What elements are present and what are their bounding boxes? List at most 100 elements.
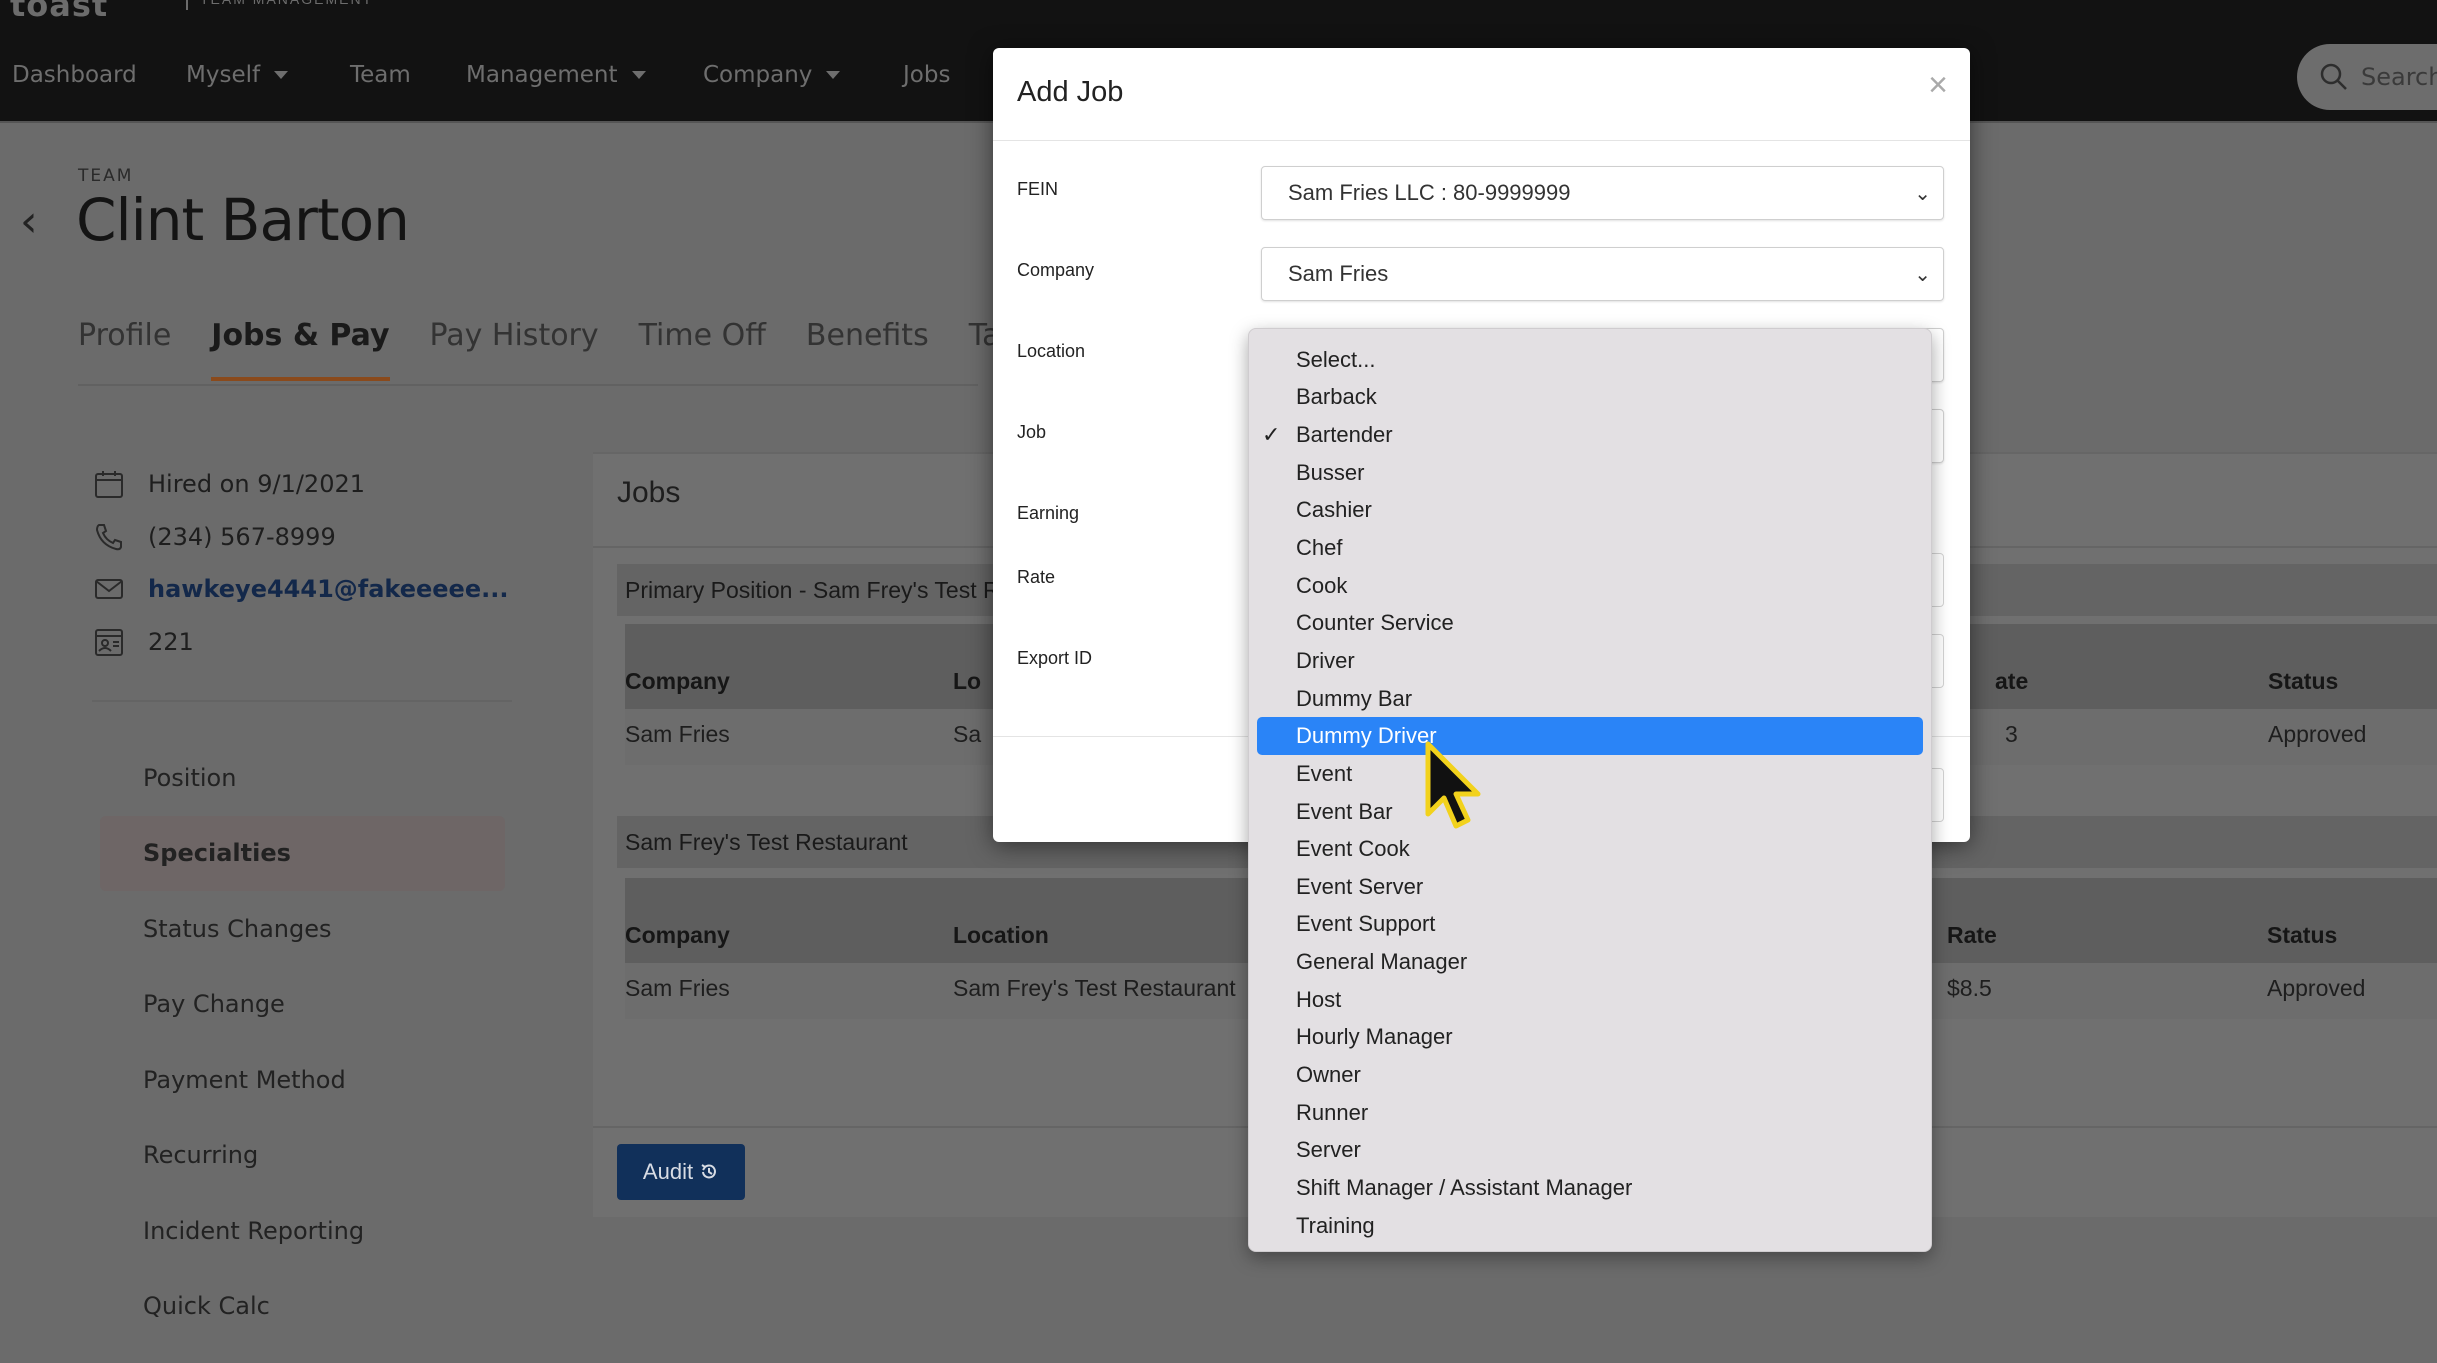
dropdown-option[interactable]: Event <box>1257 755 1923 793</box>
audit-button[interactable]: Audit <box>617 1144 745 1200</box>
nav-label: Myself <box>186 62 261 88</box>
side-nav-quick-calc[interactable]: Quick Calc <box>100 1269 505 1345</box>
column-header: Lo <box>953 668 982 694</box>
option-label: Host <box>1296 986 1342 1012</box>
employee-id: 221 <box>148 628 194 656</box>
breadcrumb-team[interactable]: TEAM <box>78 166 133 186</box>
dropdown-option[interactable]: Dummy Driver <box>1257 717 1923 756</box>
job-dropdown-list[interactable]: Select... Barback ✓ Bartender Busser Cashier C… <box>1248 328 1932 1252</box>
company-select[interactable]: Sam Fries ⌄ <box>1261 247 1944 301</box>
nav-item-team[interactable]: Team <box>350 62 411 88</box>
export-id-label: Export ID <box>1017 648 1093 668</box>
tab-pay-history[interactable]: Pay History <box>430 318 599 371</box>
option-label: Owner <box>1296 1061 1361 1087</box>
brand-logo[interactable]: toast <box>10 0 108 24</box>
employee-id-item: 221 <box>92 625 194 659</box>
side-nav-payment-method[interactable]: Payment Method <box>100 1042 505 1118</box>
side-nav-specialties[interactable]: Specialties <box>100 815 505 891</box>
nav-label: Management <box>466 62 618 88</box>
option-label: Dummy Bar <box>1296 685 1413 711</box>
fein-value: Sam Fries LLC : 80-9999999 <box>1288 180 1571 205</box>
dropdown-option[interactable]: Training <box>1257 1207 1923 1245</box>
employee-tabs: Profile Jobs & Pay Pay History Time Off … <box>78 318 1051 381</box>
caret-down-icon <box>826 71 841 79</box>
page-title: Clint Barton <box>76 186 410 254</box>
nav-label: Jobs <box>903 62 951 88</box>
cell-rate: $8.5 <box>1947 975 1992 1001</box>
cell-status: Approved <box>2267 975 2366 1001</box>
option-label: Cook <box>1296 572 1348 598</box>
dropdown-option[interactable]: Select... <box>1257 341 1923 379</box>
side-nav-pay-change[interactable]: Pay Change <box>100 967 505 1043</box>
search-box[interactable]: Search <box>2297 44 2437 110</box>
option-label: Chef <box>1296 535 1343 561</box>
column-header: Company <box>625 668 730 694</box>
jobs-pay-side-nav: Position Specialties Status Changes Pay … <box>100 740 505 1344</box>
option-label: Runner <box>1296 1099 1369 1125</box>
side-nav-incident-reporting[interactable]: Incident Reporting <box>100 1193 505 1269</box>
modal-title: Add Job <box>1017 76 1124 108</box>
dropdown-option[interactable]: Hourly Manager <box>1257 1019 1923 1057</box>
tab-benefits[interactable]: Benefits <box>806 318 929 371</box>
calendar-icon <box>92 467 126 501</box>
nav-item-myself[interactable]: Myself <box>186 62 289 88</box>
dropdown-option[interactable]: Counter Service <box>1257 604 1923 642</box>
earning-label: Earning <box>1017 503 1080 523</box>
nav-item-jobs[interactable]: Jobs <box>903 62 950 88</box>
tab-time-off[interactable]: Time Off <box>639 318 766 371</box>
side-nav-recurring[interactable]: Recurring <box>100 1118 505 1194</box>
dropdown-option[interactable]: Chef <box>1257 529 1923 567</box>
option-label: Server <box>1296 1137 1361 1163</box>
back-chevron-icon[interactable]: ‹ <box>20 196 38 247</box>
phone-item: (234) 567-8999 <box>92 520 336 554</box>
fein-select[interactable]: Sam Fries LLC : 80-9999999 ⌄ <box>1261 166 1944 220</box>
dropdown-option[interactable]: General Manager <box>1257 943 1923 981</box>
dropdown-option[interactable]: Busser <box>1257 454 1923 492</box>
caret-down-icon <box>631 71 646 79</box>
mouse-cursor-icon <box>1425 741 1481 829</box>
column-header: ate <box>1995 668 2029 694</box>
cell-company: Sam Fries <box>625 975 730 1001</box>
side-nav-position[interactable]: Position <box>100 740 505 816</box>
nav-label: Team <box>350 62 411 88</box>
fein-label: FEIN <box>1017 179 1059 199</box>
option-label: Counter Service <box>1296 610 1454 636</box>
dropdown-option[interactable]: Owner <box>1257 1056 1923 1094</box>
nav-item-company[interactable]: Company <box>703 62 841 88</box>
dropdown-option[interactable]: Event Server <box>1257 868 1923 906</box>
tab-profile[interactable]: Profile <box>78 318 171 371</box>
dropdown-option[interactable]: Event Support <box>1257 906 1923 944</box>
dropdown-option[interactable]: Host <box>1257 981 1923 1019</box>
option-label: Event Cook <box>1296 836 1410 862</box>
dropdown-option[interactable]: Barback <box>1257 379 1923 417</box>
hire-date-item: Hired on 9/1/2021 <box>92 467 365 501</box>
search-placeholder: Search <box>2361 63 2437 91</box>
chevron-down-icon: ⌄ <box>1914 183 1931 205</box>
email-link[interactable]: hawkeye4441@fakeeeee... <box>148 575 508 603</box>
dropdown-option[interactable]: ✓ Bartender <box>1257 416 1923 454</box>
dropdown-option[interactable]: Event Cook <box>1257 830 1923 868</box>
dropdown-option[interactable]: Server <box>1257 1131 1923 1169</box>
cell-status: Approved <box>2268 721 2367 747</box>
dropdown-option[interactable]: Event Bar <box>1257 793 1923 831</box>
nav-item-management[interactable]: Management <box>466 62 646 88</box>
option-label: Dummy Driver <box>1296 723 1437 749</box>
dropdown-option[interactable]: Runner <box>1257 1094 1923 1132</box>
caret-down-icon <box>274 71 289 79</box>
nav-item-dashboard[interactable]: Dashboard <box>12 62 137 88</box>
tabs-divider <box>78 384 978 386</box>
option-label: Event Server <box>1296 873 1424 899</box>
job-label: Job <box>1017 422 1047 442</box>
side-nav-status-changes[interactable]: Status Changes <box>100 891 505 967</box>
dropdown-option[interactable]: Cashier <box>1257 492 1923 530</box>
dropdown-option[interactable]: Cook <box>1257 567 1923 605</box>
option-label: Cashier <box>1296 497 1372 523</box>
mail-icon <box>92 572 126 606</box>
option-label: Driver <box>1296 647 1355 673</box>
tab-jobs-pay[interactable]: Jobs & Pay <box>211 318 390 381</box>
column-header: Status <box>2267 922 2338 948</box>
close-icon[interactable]: × <box>1928 66 1948 105</box>
dropdown-option[interactable]: Shift Manager / Assistant Manager <box>1257 1169 1923 1207</box>
dropdown-option[interactable]: Dummy Bar <box>1257 680 1923 718</box>
dropdown-option[interactable]: Driver <box>1257 642 1923 680</box>
